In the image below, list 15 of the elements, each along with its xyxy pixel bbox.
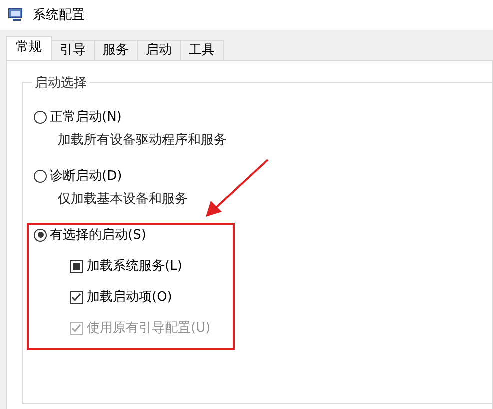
option-description: 仅加载基本设备和服务 xyxy=(58,191,188,209)
arrow xyxy=(206,159,269,217)
checkmark-icon xyxy=(71,292,82,302)
radio-option[interactable]: 正常启动(N) xyxy=(34,107,122,127)
app-icon xyxy=(8,8,24,22)
option-description: 加载所有设备驱动程序和服务 xyxy=(58,132,227,150)
radio-option[interactable]: 诊断启动(D) xyxy=(34,166,122,186)
group-title: 启动选择 xyxy=(32,74,90,92)
checkbox-option[interactable]: 加载系统服务(L) xyxy=(70,256,182,276)
tab[interactable]: 工具 xyxy=(180,40,224,60)
checkbox-option[interactable]: 加载启动项(O) xyxy=(70,287,172,307)
tab[interactable]: 常规 xyxy=(6,36,52,60)
window-title: 系统配置 xyxy=(33,7,85,24)
checkmark-icon xyxy=(71,322,82,334)
radio-option[interactable]: 有选择的启动(S) xyxy=(34,225,146,245)
